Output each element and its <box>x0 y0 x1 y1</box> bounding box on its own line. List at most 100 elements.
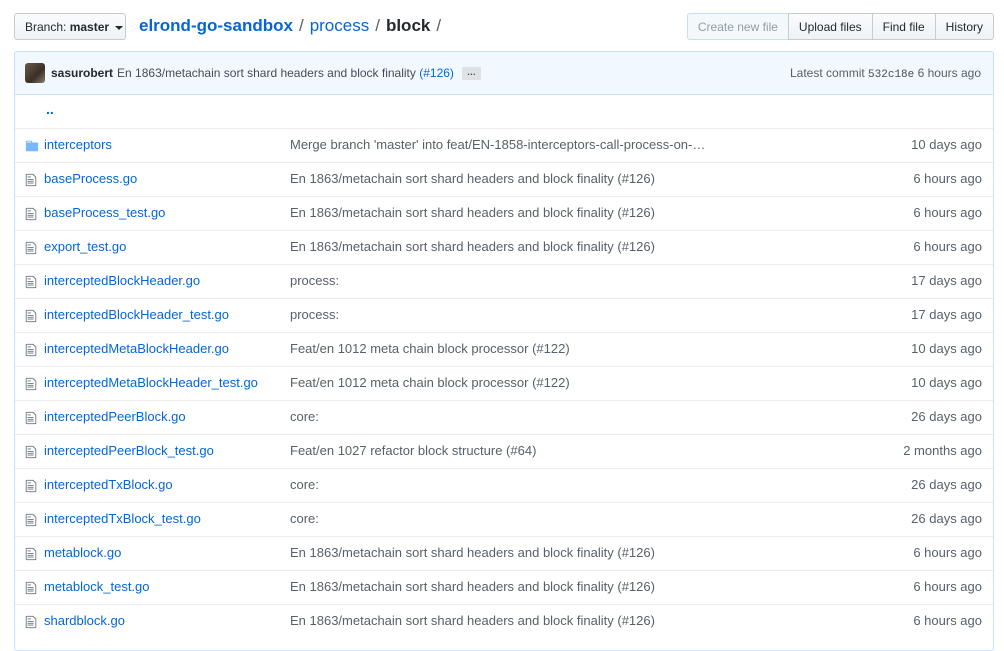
file-icon <box>25 581 39 595</box>
file-row: interceptedBlockHeader.go process: 17 days… <box>15 264 993 298</box>
history-button[interactable]: History <box>934 13 994 40</box>
upload-files-button[interactable]: Upload files <box>787 13 873 40</box>
file-commit-message-link[interactable]: En 1863/metachain sort shard headers and… <box>290 579 655 594</box>
commit-message-link[interactable]: En 1863/metachain sort shard headers and… <box>117 66 416 80</box>
file-row: interceptedTxBlock_test.go core: 26 days a… <box>15 502 993 536</box>
file-icon <box>25 445 39 459</box>
file-name-link[interactable]: interceptedBlockHeader.go <box>44 273 200 288</box>
file-icon <box>25 173 39 187</box>
file-commit-age: 6 hours ago <box>913 613 982 628</box>
file-row: baseProcess.go En 1863/metachain sort sha… <box>15 162 993 196</box>
file-icon <box>25 411 39 425</box>
file-commit-age: 6 hours ago <box>913 545 982 560</box>
file-name-link[interactable]: interceptedBlockHeader_test.go <box>44 307 229 322</box>
file-commit-message-link[interactable]: process: <box>290 307 339 322</box>
file-commit-age: 6 hours ago <box>913 171 982 186</box>
file-commit-age: 10 days ago <box>911 341 982 356</box>
file-name-link[interactable]: interceptedPeerBlock.go <box>44 409 186 424</box>
file-commit-age: 17 days ago <box>911 307 982 322</box>
branch-select-button[interactable]: Branch: master <box>14 13 126 40</box>
file-row: export_test.go En 1863/metachain sort sha… <box>15 230 993 264</box>
file-icon <box>25 615 39 629</box>
commit-message: En 1863/metachain sort shard headers and… <box>117 66 454 80</box>
file-commit-message-link[interactable]: process: <box>290 273 339 288</box>
file-commit-age: 26 days ago <box>911 409 982 424</box>
file-icon <box>25 513 39 527</box>
file-name-link[interactable]: interceptedMetaBlockHeader.go <box>44 341 229 356</box>
file-name-link[interactable]: shardblock.go <box>44 613 125 628</box>
file-commit-age: 6 hours ago <box>913 205 982 220</box>
file-icon <box>25 343 39 357</box>
create-new-file-button[interactable]: Create new file <box>686 13 789 40</box>
file-commit-age: 17 days ago <box>911 273 982 288</box>
file-name-link[interactable]: export_test.go <box>44 239 126 254</box>
file-icon <box>25 241 39 255</box>
breadcrumb-separator: / <box>298 16 304 35</box>
parent-directory-row: .. <box>15 95 993 128</box>
commit-pr-link[interactable]: (#126) <box>419 66 454 80</box>
file-commit-age: 26 days ago <box>911 511 982 526</box>
file-commit-age: 6 hours ago <box>913 239 982 254</box>
file-commit-message-link[interactable]: Feat/en 1027 refactor block structure (#… <box>290 443 536 458</box>
expand-commit-button[interactable]: … <box>461 66 481 80</box>
file-commit-message-link[interactable]: En 1863/metachain sort shard headers and… <box>290 613 655 628</box>
commit-age: 6 hours ago <box>917 66 981 80</box>
file-table: sasurobert En 1863/metachain sort shard … <box>14 51 994 651</box>
breadcrumb: elrond-go-sandbox / process / block / <box>139 15 447 37</box>
file-name-link[interactable]: metablock.go <box>44 545 121 560</box>
file-commit-message-link[interactable]: core: <box>290 477 319 492</box>
file-commit-message-link[interactable]: Merge branch 'master' into feat/EN-1858-… <box>290 137 705 152</box>
breadcrumb-current: block <box>385 16 431 35</box>
file-row: interceptors Merge branch 'master' into f… <box>15 128 993 162</box>
file-icon <box>25 275 39 289</box>
file-actions: Create new file Upload files Find file H… <box>686 13 994 40</box>
breadcrumb-process-link[interactable]: process <box>310 16 370 35</box>
file-row: metablock.go En 1863/metachain sort shard… <box>15 536 993 570</box>
breadcrumb-repo-link[interactable]: elrond-go-sandbox <box>139 16 293 35</box>
file-commit-message-link[interactable]: En 1863/metachain sort shard headers and… <box>290 171 655 186</box>
file-row: metablock_test.go En 1863/metachain sort … <box>15 570 993 604</box>
file-commit-message-link[interactable]: core: <box>290 409 319 424</box>
file-commit-message-link[interactable]: Feat/en 1012 meta chain block processor … <box>290 375 570 390</box>
branch-name: master <box>69 19 110 34</box>
parent-directory-link[interactable]: .. <box>46 101 54 117</box>
file-row: interceptedBlockHeader_test.go process: 17… <box>15 298 993 332</box>
file-name-link[interactable]: metablock_test.go <box>44 579 150 594</box>
file-commit-message-link[interactable]: En 1863/metachain sort shard headers and… <box>290 205 655 220</box>
chevron-down-icon <box>115 25 124 30</box>
file-commit-message-link[interactable]: En 1863/metachain sort shard headers and… <box>290 239 655 254</box>
file-name-link[interactable]: interceptedMetaBlockHeader_test.go <box>44 375 258 390</box>
file-commit-message-link[interactable]: En 1863/metachain sort shard headers and… <box>290 545 655 560</box>
latest-commit-bar: sasurobert En 1863/metachain sort shard … <box>15 52 993 95</box>
find-file-button[interactable]: Find file <box>871 13 936 40</box>
file-commit-age: 2 months ago <box>903 443 982 458</box>
file-icon <box>25 479 39 493</box>
file-name-link[interactable]: interceptedTxBlock_test.go <box>44 511 201 526</box>
file-row: interceptedMetaBlockHeader_test.go Feat/e… <box>15 366 993 400</box>
file-commit-age: 10 days ago <box>911 375 982 390</box>
file-row: interceptedPeerBlock_test.go Feat/en 1027… <box>15 434 993 468</box>
file-navigation: Branch: master elrond-go-sandbox / process… <box>14 13 994 42</box>
breadcrumb-separator: / <box>436 16 442 35</box>
file-name-link[interactable]: baseProcess_test.go <box>44 205 165 220</box>
folder-icon <box>25 139 39 153</box>
latest-commit-label: Latest commit <box>790 66 865 80</box>
file-name-link[interactable]: baseProcess.go <box>44 171 137 186</box>
file-commit-age: 6 hours ago <box>913 579 982 594</box>
commit-sha-link[interactable]: 532c18e <box>868 69 914 81</box>
file-commit-age: 26 days ago <box>911 477 982 492</box>
file-name-link[interactable]: interceptedTxBlock.go <box>44 477 173 492</box>
file-row: baseProcess_test.go En 1863/metachain sor… <box>15 196 993 230</box>
file-name-link[interactable]: interceptors <box>44 137 112 152</box>
branch-label: Branch: <box>25 19 67 34</box>
file-commit-message-link[interactable]: core: <box>290 511 319 526</box>
commit-author-link[interactable]: sasurobert <box>51 66 113 80</box>
file-commit-message-link[interactable]: Feat/en 1012 meta chain block processor … <box>290 341 570 356</box>
file-commit-age: 10 days ago <box>911 137 982 152</box>
file-row: interceptedMetaBlockHeader.go Feat/en 101… <box>15 332 993 366</box>
avatar[interactable] <box>25 63 45 83</box>
file-icon <box>25 547 39 561</box>
file-name-link[interactable]: interceptedPeerBlock_test.go <box>44 443 214 458</box>
file-row: interceptedTxBlock.go core: 26 days ago <box>15 468 993 502</box>
breadcrumb-separator: / <box>375 16 380 35</box>
